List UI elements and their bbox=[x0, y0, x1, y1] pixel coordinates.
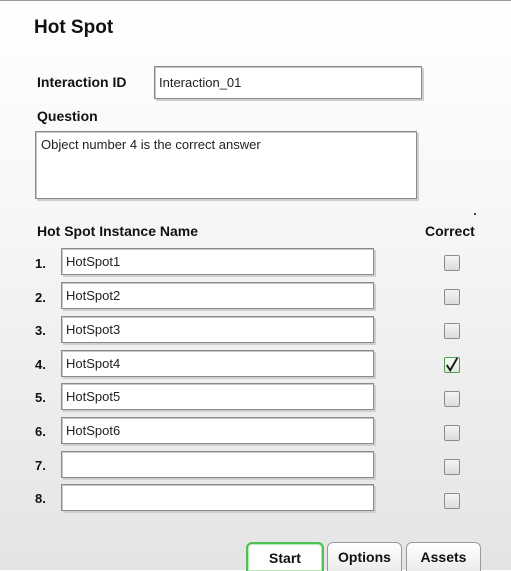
tab-options[interactable]: Options bbox=[327, 542, 402, 571]
correct-checkbox-3[interactable] bbox=[444, 323, 460, 339]
correct-checkbox-4[interactable] bbox=[444, 357, 460, 373]
hotspot-row-number: 3. bbox=[35, 323, 46, 338]
correct-header: Correct bbox=[425, 223, 475, 239]
panel-title: Hot Spot bbox=[34, 17, 114, 38]
question-label: Question bbox=[37, 108, 98, 124]
hotspot-row-number: 4. bbox=[35, 357, 46, 372]
hotspot-name-header: Hot Spot Instance Name bbox=[37, 223, 199, 239]
hotspot-row-number: 6. bbox=[35, 424, 46, 439]
hotspot-name-input-5[interactable] bbox=[61, 383, 374, 410]
correct-checkbox-5[interactable] bbox=[444, 391, 460, 407]
hotspot-row-number: 8. bbox=[35, 491, 46, 506]
interaction-id-label: Interaction ID bbox=[37, 74, 127, 90]
hotspot-row-number: 7. bbox=[35, 458, 46, 473]
hotspot-name-input-3[interactable] bbox=[61, 316, 374, 343]
interaction-id-input[interactable] bbox=[154, 66, 422, 99]
hotspot-name-input-2[interactable] bbox=[61, 282, 374, 309]
correct-checkbox-8[interactable] bbox=[444, 493, 460, 509]
hotspot-name-input-8[interactable] bbox=[61, 484, 374, 511]
hotspot-name-input-7[interactable] bbox=[61, 451, 374, 478]
hotspot-row-number: 1. bbox=[35, 256, 46, 271]
correct-checkbox-2[interactable] bbox=[444, 289, 460, 305]
hotspot-name-input-1[interactable] bbox=[61, 248, 374, 275]
question-textarea[interactable]: Object number 4 is the correct answer bbox=[35, 131, 417, 199]
checkmark-icon bbox=[445, 357, 459, 373]
hotspot-name-input-6[interactable] bbox=[61, 417, 374, 444]
hotspot-row-number: 5. bbox=[35, 390, 46, 405]
hotspot-name-input-4[interactable] bbox=[61, 350, 374, 377]
hotspot-row-number: 2. bbox=[35, 290, 46, 305]
stray-dot bbox=[474, 213, 476, 215]
correct-checkbox-7[interactable] bbox=[444, 459, 460, 475]
tab-start[interactable]: Start bbox=[246, 542, 324, 571]
tab-assets[interactable]: Assets bbox=[406, 542, 481, 571]
correct-checkbox-1[interactable] bbox=[444, 255, 460, 271]
correct-checkbox-6[interactable] bbox=[444, 425, 460, 441]
